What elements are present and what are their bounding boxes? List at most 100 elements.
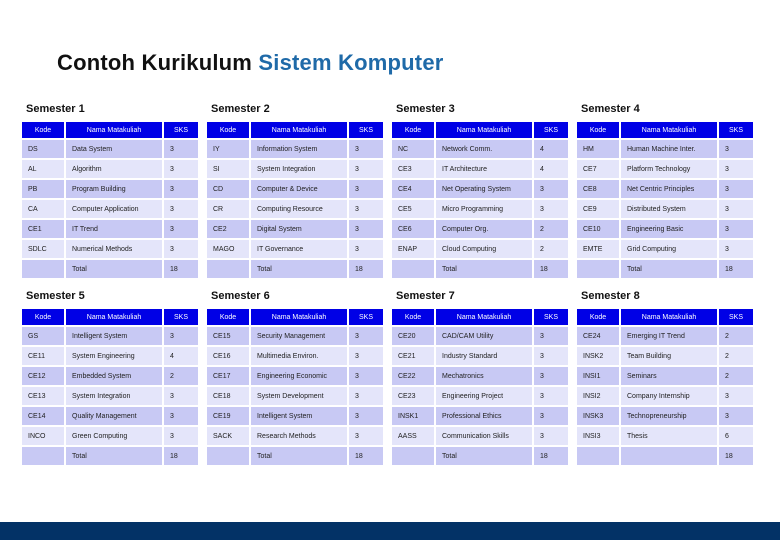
cell-sks: 2: [719, 367, 753, 385]
cell-kode: CE14: [22, 407, 64, 425]
cell-nama: Intelligent System: [66, 327, 162, 345]
cell-kode: AL: [22, 160, 64, 178]
cell-sks: 6: [719, 427, 753, 445]
table-row: INSI1 Seminars 2: [577, 367, 753, 385]
cell-kode: CD: [207, 180, 249, 198]
header-sks: SKS: [719, 309, 753, 325]
table-row: MAGO IT Governance 3: [207, 240, 383, 258]
header-nama: Nama Matakuliah: [251, 309, 347, 325]
cell-sks: 3: [534, 427, 568, 445]
cell-sks: 3: [164, 160, 198, 178]
cell-nama: Total: [251, 447, 347, 465]
cell-sks: 3: [534, 180, 568, 198]
semester-8-block: Semester 8 Kode Nama Matakuliah SKS CE24…: [575, 290, 755, 467]
table-row: CE7 Platform Technology 3: [577, 160, 753, 178]
cell-sks: 3: [164, 200, 198, 218]
table-row: CE23 Engineering Project 3: [392, 387, 568, 405]
cell-nama: Total: [436, 260, 532, 278]
header-nama: Nama Matakuliah: [251, 122, 347, 138]
cell-sks: 3: [349, 387, 383, 405]
cell-nama: Communication Skills: [436, 427, 532, 445]
cell-kode: CE24: [577, 327, 619, 345]
cell-kode: CE23: [392, 387, 434, 405]
cell-nama: Net Centric Principles: [621, 180, 717, 198]
cell-sks: 3: [349, 220, 383, 238]
header-kode: Kode: [577, 309, 619, 325]
cell-nama: Micro Programming: [436, 200, 532, 218]
total-row: Total 18: [207, 260, 383, 278]
cell-nama: Embedded System: [66, 367, 162, 385]
cell-sks: 3: [164, 220, 198, 238]
cell-nama: Cloud Computing: [436, 240, 532, 258]
cell-sks: 3: [164, 140, 198, 158]
table-header-row: Kode Nama Matakuliah SKS: [392, 122, 568, 138]
cell-kode: CR: [207, 200, 249, 218]
cell-sks: 18: [534, 447, 568, 465]
cell-sks: 3: [349, 407, 383, 425]
cell-kode: CE10: [577, 220, 619, 238]
cell-kode: CE13: [22, 387, 64, 405]
cell-sks: 3: [719, 407, 753, 425]
header-kode: Kode: [392, 309, 434, 325]
header-sks: SKS: [349, 122, 383, 138]
cell-sks: 2: [534, 240, 568, 258]
header-sks: SKS: [349, 309, 383, 325]
cell-sks: 18: [349, 447, 383, 465]
cell-nama: Technopreneurship: [621, 407, 717, 425]
header-kode: Kode: [577, 122, 619, 138]
cell-kode: INSI1: [577, 367, 619, 385]
cell-nama: Human Machine Inter.: [621, 140, 717, 158]
cell-kode: DS: [22, 140, 64, 158]
cell-kode: SDLC: [22, 240, 64, 258]
cell-sks: 2: [164, 367, 198, 385]
semester-table: Kode Nama Matakuliah SKS DS Data System 3 A…: [20, 120, 200, 280]
table-row: CE8 Net Centric Principles 3: [577, 180, 753, 198]
table-row: CE24 Emerging IT Trend 2: [577, 327, 753, 345]
table-row: CE16 Multimedia Environ. 3: [207, 347, 383, 365]
cell-kode: CE15: [207, 327, 249, 345]
cell-kode: CE7: [577, 160, 619, 178]
table-header-row: Kode Nama Matakuliah SKS: [392, 309, 568, 325]
cell-kode: PB: [22, 180, 64, 198]
cell-kode: CE6: [392, 220, 434, 238]
cell-sks: 3: [349, 200, 383, 218]
header-nama: Nama Matakuliah: [66, 122, 162, 138]
total-row: Total 18: [392, 260, 568, 278]
cell-kode: [207, 260, 249, 278]
table-row: HM Human Machine Inter. 3: [577, 140, 753, 158]
table-header-row: Kode Nama Matakuliah SKS: [577, 309, 753, 325]
cell-kode: CE9: [577, 200, 619, 218]
cell-sks: 3: [164, 407, 198, 425]
cell-kode: SI: [207, 160, 249, 178]
cell-sks: 3: [349, 140, 383, 158]
cell-nama: Platform Technology: [621, 160, 717, 178]
table-row: NC Network Comm. 4: [392, 140, 568, 158]
title-accent: Sistem Komputer: [258, 50, 444, 75]
total-row: Total 18: [392, 447, 568, 465]
cell-kode: CE3: [392, 160, 434, 178]
table-row: GS Intelligent System 3: [22, 327, 198, 345]
semester-1-block: Semester 1 Kode Nama Matakuliah SKS DS Da…: [20, 103, 200, 280]
cell-sks: 18: [349, 260, 383, 278]
table-row: CD Computer & Device 3: [207, 180, 383, 198]
cell-sks: 2: [534, 220, 568, 238]
cell-kode: [577, 447, 619, 465]
cell-nama: Research Methods: [251, 427, 347, 445]
cell-nama: System Engineering: [66, 347, 162, 365]
table-row: ENAP Cloud Computing 2: [392, 240, 568, 258]
cell-kode: INCO: [22, 427, 64, 445]
table-row: CE17 Engineering Economic 3: [207, 367, 383, 385]
cell-nama: Total: [66, 260, 162, 278]
semester-table: Kode Nama Matakuliah SKS CE20 CAD/CAM Uti…: [390, 307, 570, 467]
cell-kode: EMTE: [577, 240, 619, 258]
table-row: INSI2 Company Internship 3: [577, 387, 753, 405]
cell-nama: Total: [251, 260, 347, 278]
cell-sks: 3: [349, 327, 383, 345]
cell-kode: ENAP: [392, 240, 434, 258]
header-kode: Kode: [22, 122, 64, 138]
header-nama: Nama Matakuliah: [66, 309, 162, 325]
cell-nama: [621, 447, 717, 465]
table-row: CE22 Mechatronics 3: [392, 367, 568, 385]
cell-nama: IT Architecture: [436, 160, 532, 178]
semester-table: Kode Nama Matakuliah SKS CE24 Emerging IT…: [575, 307, 755, 467]
